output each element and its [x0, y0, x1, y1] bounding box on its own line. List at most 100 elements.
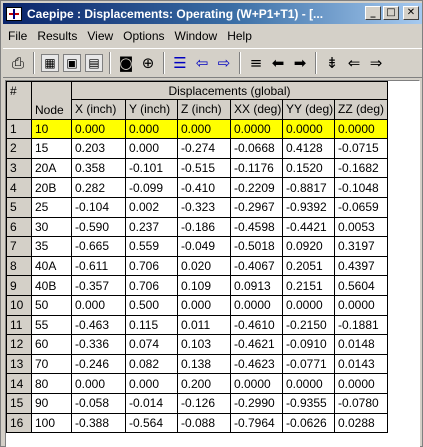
column-header-node[interactable]: Node — [31, 81, 72, 120]
maximize-button[interactable]: □ — [383, 6, 399, 20]
cell-z[interactable]: 0.000 — [177, 294, 231, 316]
cell-z[interactable]: -0.515 — [177, 157, 231, 179]
cell-zz[interactable]: 0.5604 — [334, 275, 388, 296]
cell-y[interactable]: 0.115 — [125, 314, 178, 336]
app-icon[interactable] — [6, 6, 22, 21]
cell-yy[interactable]: -0.0771 — [282, 353, 335, 375]
row-number[interactable]: 14 — [6, 373, 32, 394]
table-row[interactable]: 2 15 0.203 0.000 -0.274 -0.0668 0.4128 -0.0715 — [6, 138, 388, 159]
cell-node[interactable]: 55 — [31, 314, 72, 336]
cell-node[interactable]: 15 — [31, 138, 72, 159]
cell-node[interactable]: 100 — [31, 412, 72, 434]
cell-xx[interactable]: -0.4067 — [230, 255, 283, 277]
cell-z[interactable]: 0.138 — [177, 353, 231, 375]
row-number[interactable]: 1 — [6, 118, 32, 140]
cell-x[interactable]: -0.246 — [71, 353, 126, 375]
cell-x[interactable]: -0.104 — [71, 196, 126, 218]
menu-results[interactable]: Results — [32, 29, 82, 43]
cell-zz[interactable]: -0.0659 — [334, 196, 388, 218]
cell-xx[interactable]: 0.0000 — [230, 294, 283, 316]
cell-x[interactable]: 0.000 — [71, 294, 126, 316]
lines-icon[interactable]: ≡ — [245, 52, 267, 74]
cell-y[interactable]: 0.082 — [125, 353, 178, 375]
cell-z[interactable]: -0.323 — [177, 196, 231, 218]
row-number[interactable]: 2 — [6, 138, 32, 159]
row-number[interactable]: 11 — [6, 314, 32, 336]
cell-x[interactable]: -0.058 — [71, 392, 126, 414]
cell-zz[interactable]: 0.0000 — [334, 118, 388, 140]
cell-z[interactable]: 0.200 — [177, 373, 231, 394]
grid-icon[interactable]: ▦ — [41, 54, 59, 72]
table-row[interactable]: 10 50 0.000 0.500 0.000 0.0000 0.0000 0.0000 — [6, 294, 388, 316]
form-icon[interactable]: ▤ — [85, 54, 103, 72]
arrow-right-icon[interactable]: ⇒ — [365, 52, 387, 74]
cell-node[interactable]: 40A — [31, 255, 72, 277]
cell-z[interactable]: 0.103 — [177, 334, 231, 355]
cell-y[interactable]: 0.706 — [125, 255, 178, 277]
cell-zz[interactable]: 0.4397 — [334, 255, 388, 277]
cell-x[interactable]: 0.203 — [71, 138, 126, 159]
cell-yy[interactable]: -0.0626 — [282, 412, 335, 434]
cell-x[interactable]: -0.611 — [71, 255, 126, 277]
printer-icon[interactable]: ⎙ — [7, 52, 29, 74]
table-row[interactable]: 11 55 -0.463 0.115 0.011 -0.4610 -0.2150 -0.188… — [6, 314, 388, 336]
cell-zz[interactable]: 0.0288 — [334, 412, 388, 434]
cell-x[interactable]: -0.357 — [71, 275, 126, 296]
table-row[interactable]: 1 10 0.000 0.000 0.000 0.0000 0.0000 0.0000 — [6, 118, 388, 140]
table-row[interactable]: 6 30 -0.590 0.237 -0.186 -0.4598 -0.4421 0.0053 — [6, 216, 388, 238]
cell-y[interactable]: 0.000 — [125, 138, 178, 159]
cell-x[interactable]: -0.388 — [71, 412, 126, 434]
cell-xx[interactable]: -0.2967 — [230, 196, 283, 218]
list-icon[interactable]: ☰ — [169, 52, 191, 74]
cell-z[interactable]: 0.020 — [177, 255, 231, 277]
menu-file[interactable]: File — [3, 29, 32, 43]
row-number[interactable]: 5 — [6, 196, 32, 218]
cell-y[interactable]: -0.564 — [125, 412, 178, 434]
row-number[interactable]: 3 — [6, 157, 32, 179]
column-header-xx[interactable]: XX (deg) — [230, 99, 283, 120]
cell-y[interactable]: 0.706 — [125, 275, 178, 296]
cell-yy[interactable]: -0.9392 — [282, 196, 335, 218]
cell-zz[interactable]: -0.0715 — [334, 138, 388, 159]
cell-xx[interactable]: -0.1176 — [230, 157, 283, 179]
table-row[interactable]: 8 40A -0.611 0.706 0.020 -0.4067 0.2051 0.4397 — [6, 255, 388, 277]
cell-z[interactable]: 0.000 — [177, 118, 231, 140]
cell-yy[interactable]: 0.2051 — [282, 255, 335, 277]
minimize-button[interactable]: _ — [365, 6, 381, 20]
cell-zz[interactable]: -0.1682 — [334, 157, 388, 179]
column-header-y[interactable]: Y (inch) — [125, 99, 178, 120]
zoom-icon[interactable]: ⊕ — [137, 52, 159, 74]
row-number[interactable]: 4 — [6, 177, 32, 198]
cell-yy[interactable]: 0.4128 — [282, 138, 335, 159]
cell-zz[interactable]: 0.0000 — [334, 294, 388, 316]
cell-z[interactable]: -0.186 — [177, 216, 231, 238]
table-row[interactable]: 16 100 -0.388 -0.564 -0.088 -0.7964 -0.0626 0.0… — [6, 412, 388, 434]
cell-yy[interactable]: -0.0910 — [282, 334, 335, 355]
cell-z[interactable]: -0.274 — [177, 138, 231, 159]
cell-x[interactable]: -0.665 — [71, 236, 126, 257]
cell-yy[interactable]: 0.0920 — [282, 236, 335, 257]
cell-y[interactable]: 0.237 — [125, 216, 178, 238]
table-row[interactable]: 9 40B -0.357 0.706 0.109 0.0913 0.2151 0.5604 — [6, 275, 388, 296]
cell-x[interactable]: 0.358 — [71, 157, 126, 179]
column-header-x[interactable]: X (inch) — [71, 99, 126, 120]
window-icon[interactable]: ▣ — [63, 54, 81, 72]
cell-yy[interactable]: -0.9355 — [282, 392, 335, 414]
cell-xx[interactable]: -0.7964 — [230, 412, 283, 434]
cell-node[interactable]: 20A — [31, 157, 72, 179]
row-header-corner[interactable]: # — [6, 81, 32, 120]
menu-options[interactable]: Options — [118, 29, 169, 43]
arrow-left-outline-icon[interactable]: ⇦ — [191, 52, 213, 74]
cell-xx[interactable]: 0.0913 — [230, 275, 283, 296]
cell-xx[interactable]: 0.0000 — [230, 118, 283, 140]
cell-xx[interactable]: -0.4598 — [230, 216, 283, 238]
cell-node[interactable]: 50 — [31, 294, 72, 316]
row-number[interactable]: 7 — [6, 236, 32, 257]
row-number[interactable]: 6 — [6, 216, 32, 238]
cell-y[interactable]: 0.000 — [125, 118, 178, 140]
cell-z[interactable]: 0.109 — [177, 275, 231, 296]
arrow-left-icon[interactable]: ⇐ — [343, 52, 365, 74]
cell-z[interactable]: -0.410 — [177, 177, 231, 198]
table-row[interactable]: 13 70 -0.246 0.082 0.138 -0.4623 -0.0771 0.0143 — [6, 353, 388, 375]
cell-zz[interactable]: 0.0000 — [334, 373, 388, 394]
